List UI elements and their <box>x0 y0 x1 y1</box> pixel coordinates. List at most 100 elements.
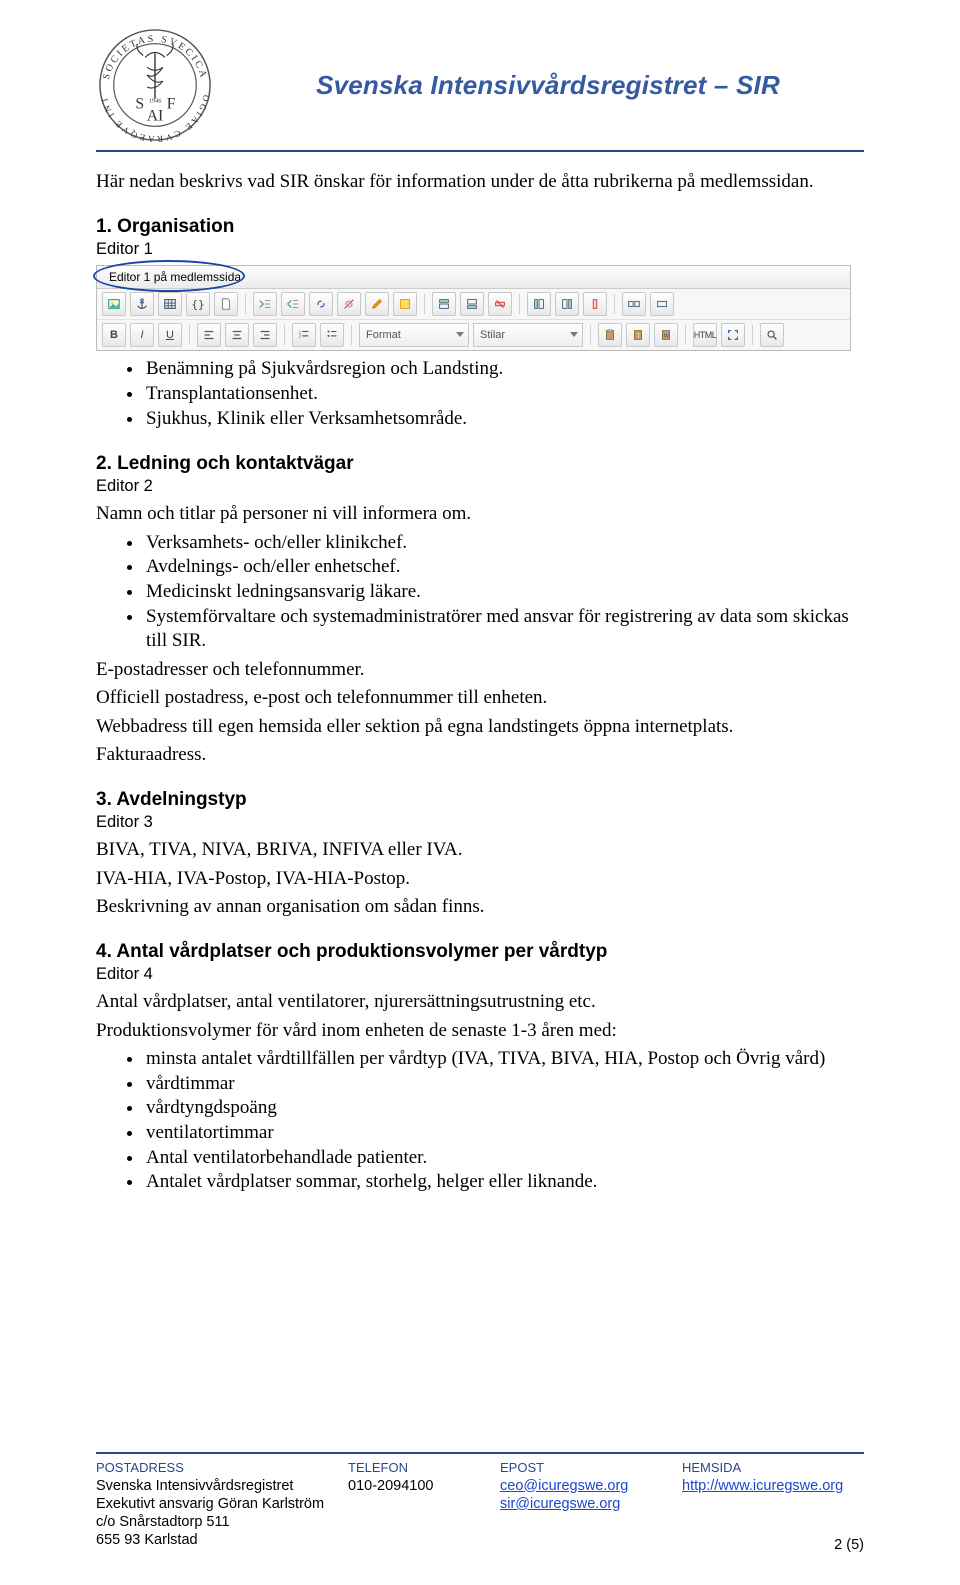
underline-button[interactable]: U <box>158 323 182 347</box>
align-left-icon[interactable] <box>197 323 221 347</box>
section-4-heading: 4. Antal vårdplatser och produktionsvoly… <box>96 941 864 963</box>
html-button[interactable]: HTML <box>693 323 717 347</box>
indent-right-icon[interactable] <box>253 292 277 316</box>
format-dropdown[interactable]: Format <box>359 323 469 347</box>
toolbar-separator <box>590 325 591 345</box>
col-before-icon[interactable] <box>527 292 551 316</box>
footer-col col1-l3: c/o Snårstadtorp 511 <box>96 1513 344 1531</box>
section-3-editor-label: Editor 3 <box>96 813 864 832</box>
braces-icon[interactable]: {} <box>186 292 210 316</box>
italic-button[interactable]: I <box>130 323 154 347</box>
section-2-tail-line: Fakturaadress. <box>96 743 864 767</box>
anchor-icon[interactable] <box>130 292 154 316</box>
file-icon[interactable] <box>214 292 238 316</box>
table-icon[interactable] <box>158 292 182 316</box>
svg-text:AI: AI <box>147 107 164 124</box>
list-item: minsta antalet vårdtillfällen per vårdty… <box>144 1047 864 1072</box>
section-1-heading: 1. Organisation <box>96 216 864 238</box>
list-item: vårdtyngdspoäng <box>144 1096 864 1121</box>
list-item: Antalet vårdplatser sommar, storhelg, he… <box>144 1170 864 1195</box>
split-icon[interactable] <box>622 292 646 316</box>
section-1-bullets: Benämning på Sjukvårdsregion och Landsti… <box>96 357 864 431</box>
list-item: Benämning på Sjukvårdsregion och Landsti… <box>144 357 864 382</box>
list-item: Avdelnings- och/eller enhetschef. <box>144 555 864 580</box>
footer-website-link[interactable]: http://www.icuregswe.org <box>682 1478 843 1494</box>
paste-text-icon[interactable]: T <box>626 323 650 347</box>
toolbar-separator <box>424 294 425 314</box>
section-2-lead: Namn och titlar på personer ni vill info… <box>96 502 864 526</box>
paste-word-icon[interactable]: W <box>654 323 678 347</box>
list-item: vårdtimmar <box>144 1072 864 1097</box>
header-rule <box>96 150 864 152</box>
list-item: Verksamhets- och/eller klinikchef. <box>144 531 864 556</box>
svg-text:S: S <box>135 96 144 113</box>
svg-text:W: W <box>664 334 669 340</box>
row-delete-icon[interactable] <box>488 292 512 316</box>
list-item: ventilatortimmar <box>144 1121 864 1146</box>
page-footer: POSTADRESS Svenska Intensivvårdsregistre… <box>96 1452 864 1549</box>
section-2-tail-line: Officiell postadress, e-post och telefon… <box>96 686 864 710</box>
footer-col3-head: EPOST <box>500 1460 678 1476</box>
section-3-line: BIVA, TIVA, NIVA, BRIVA, INFIVA eller IV… <box>96 838 864 862</box>
footer-col1-head: POSTADRESS <box>96 1460 344 1476</box>
section-4-lead2: Produktionsvolymer för vård inom enheten… <box>96 1019 864 1043</box>
fullscreen-icon[interactable] <box>721 323 745 347</box>
org-seal: SOCIETAS SVECICA OGIAE CVRAEQVE INT S F … <box>96 26 214 144</box>
footer-email-link[interactable]: sir@icuregswe.org <box>500 1496 620 1512</box>
toolbar-separator <box>189 325 190 345</box>
search-icon[interactable] <box>760 323 784 347</box>
toolbar-separator <box>752 325 753 345</box>
list-item: Systemförvaltare och systemadministratör… <box>144 605 864 654</box>
section-2-tail-line: E-postadresser och telefonnummer. <box>96 658 864 682</box>
toolbar-separator <box>351 325 352 345</box>
row-after-icon[interactable] <box>460 292 484 316</box>
section-2-bullets: Verksamhets- och/eller klinikchef. Avdel… <box>96 531 864 654</box>
svg-text:F: F <box>167 96 176 113</box>
col-delete-icon[interactable] <box>583 292 607 316</box>
paste-icon[interactable] <box>598 323 622 347</box>
row-before-icon[interactable] <box>432 292 456 316</box>
editor-tab-strip: Editor 1 på medlemssida <box>97 266 850 289</box>
list-item: Sjukhus, Klinik eller Verksamhetsområde. <box>144 407 864 432</box>
section-2-editor-label: Editor 2 <box>96 477 864 496</box>
toolbar-separator <box>245 294 246 314</box>
toolbar-separator <box>614 294 615 314</box>
image-icon[interactable] <box>102 292 126 316</box>
indent-left-icon[interactable] <box>281 292 305 316</box>
list-item: Transplantationsenhet. <box>144 382 864 407</box>
list-item: Antal ventilatorbehandlade patienter. <box>144 1146 864 1171</box>
section-4-editor-label: Editor 4 <box>96 965 864 984</box>
style-dropdown[interactable]: Stilar <box>473 323 583 347</box>
bold-button[interactable]: B <box>102 323 126 347</box>
toolbar-separator <box>284 325 285 345</box>
link-icon[interactable] <box>309 292 333 316</box>
page-number: 2 (5) <box>834 1537 864 1553</box>
svg-text:2: 2 <box>299 334 302 339</box>
footer-col2-l1: 010-2094100 <box>348 1477 496 1495</box>
note-icon[interactable] <box>393 292 417 316</box>
document-title: Svenska Intensivvårdsregistret – SIR <box>232 70 864 101</box>
ordered-list-icon[interactable]: 12 <box>292 323 316 347</box>
align-center-icon[interactable] <box>225 323 249 347</box>
footer-col4-head: HEMSIDA <box>682 1460 860 1476</box>
section-2-heading: 2. Ledning och kontaktvägar <box>96 453 864 475</box>
footer-email-link[interactable]: ceo@icuregswe.org <box>500 1478 628 1494</box>
footer-rule <box>96 1452 864 1454</box>
unordered-list-icon[interactable] <box>320 323 344 347</box>
section-2-tail-line: Webbadress till egen hemsida eller sekti… <box>96 715 864 739</box>
section-3-line: Beskrivning av annan organisation om såd… <box>96 895 864 919</box>
toolbar-separator <box>685 325 686 345</box>
merge-icon[interactable] <box>650 292 674 316</box>
footer-col1-l1: Svenska Intensivvårdsregistret <box>96 1477 344 1495</box>
section-4-bullets: minsta antalet vårdtillfällen per vårdty… <box>96 1047 864 1195</box>
unlink-icon[interactable] <box>337 292 361 316</box>
svg-text:1946: 1946 <box>149 98 162 105</box>
editor-tab-label: Editor 1 på medlemssida <box>103 269 247 285</box>
list-item: Medicinskt ledningsansvarig läkare. <box>144 580 864 605</box>
toolbar-separator <box>519 294 520 314</box>
section-4-lead1: Antal vårdplatser, antal ventilatorer, n… <box>96 990 864 1014</box>
col-after-icon[interactable] <box>555 292 579 316</box>
rich-text-editor: Editor 1 på medlemssida {} <box>96 265 851 351</box>
align-right-icon[interactable] <box>253 323 277 347</box>
pencil-icon[interactable] <box>365 292 389 316</box>
